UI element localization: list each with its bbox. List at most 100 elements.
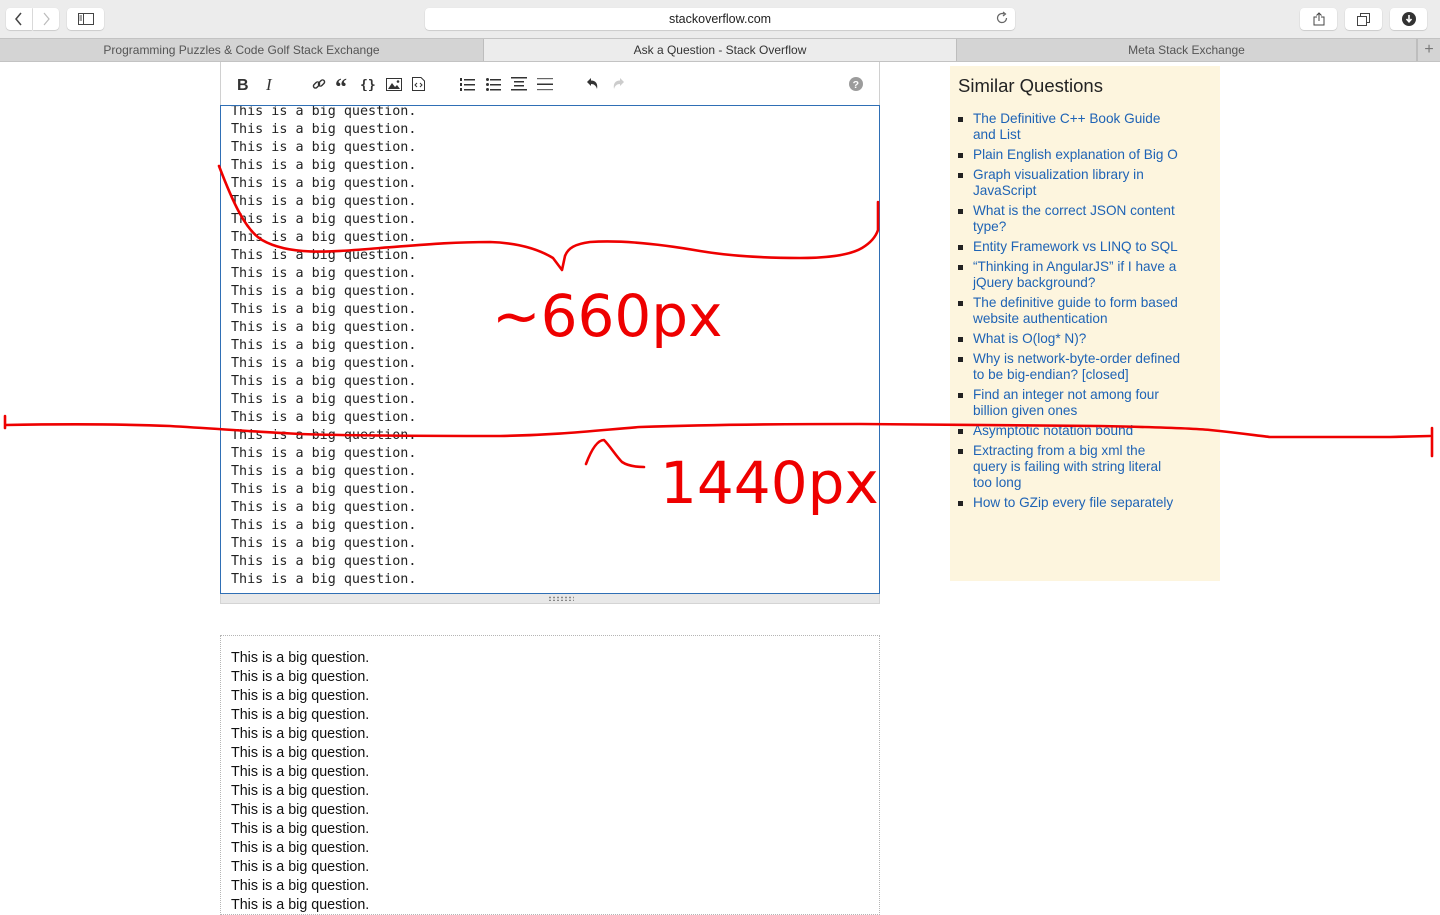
preview-line: This is a big question.: [231, 897, 370, 913]
preview-line: This is a big question.: [231, 669, 370, 685]
preview-line: This is a big question.: [231, 859, 370, 875]
image-button[interactable]: [385, 74, 403, 94]
bold-icon: B: [237, 77, 249, 91]
tab-code-golf[interactable]: Programming Puzzles & Code Golf Stack Ex…: [0, 39, 484, 61]
tabs-overview-button[interactable]: [1345, 8, 1382, 30]
link-text: Find an integer not among four billion g…: [973, 387, 1159, 418]
textarea-line: This is a big question.: [231, 284, 417, 299]
heading-button[interactable]: [510, 74, 528, 94]
similar-questions-list: The Definitive C++ Book Guide and List Pl…: [958, 111, 1198, 515]
preview-content: This is a big question. This is a big que…: [231, 649, 370, 914]
similar-question-link[interactable]: Why is network-byte-order defined to be …: [958, 351, 1183, 383]
numbered-list-button[interactable]: [459, 74, 475, 94]
browser-toolbar: stackoverflow.com: [0, 0, 1440, 38]
link-text: What is the correct JSON content type?: [973, 203, 1175, 234]
svg-text:?: ?: [853, 79, 859, 91]
bullet-icon: [958, 449, 963, 454]
forward-button[interactable]: [33, 8, 59, 30]
similar-question-link[interactable]: Find an integer not among four billion g…: [958, 387, 1183, 419]
similar-question-link[interactable]: What is O(log* N)?: [958, 331, 1183, 347]
question-preview: This is a big question. This is a big que…: [220, 635, 880, 915]
address-bar[interactable]: stackoverflow.com: [425, 8, 1015, 30]
bullet-icon: [958, 265, 963, 270]
bullet-icon: [958, 245, 963, 250]
undo-icon: [587, 78, 598, 89]
snippet-button[interactable]: [410, 74, 426, 94]
bulleted-list-button[interactable]: [485, 74, 501, 94]
similar-question-link[interactable]: The definitive guide to form based websi…: [958, 295, 1183, 327]
bold-button[interactable]: B: [235, 74, 251, 94]
italic-button[interactable]: I: [263, 74, 279, 94]
bullet-icon: [958, 393, 963, 398]
similar-question-link[interactable]: Plain English explanation of Big O: [958, 147, 1183, 163]
preview-line: This is a big question.: [231, 745, 370, 761]
tab-bar: Programming Puzzles & Code Golf Stack Ex…: [0, 38, 1440, 62]
similar-question-link[interactable]: How to GZip every file separately: [958, 495, 1183, 511]
redo-icon: [613, 78, 624, 89]
quote-icon: “: [335, 78, 347, 90]
question-body-textarea[interactable]: This is a big question. This is a big que…: [220, 105, 880, 594]
textarea-line: This is a big question.: [231, 410, 417, 425]
textarea-line: This is a big question.: [231, 446, 417, 461]
bullet-icon: [958, 337, 963, 342]
share-button[interactable]: [1300, 8, 1337, 30]
svg-text:{}: {}: [360, 78, 376, 91]
textarea-line: This is a big question.: [231, 374, 417, 389]
italic-icon: I: [265, 77, 273, 91]
textarea-line: This is a big question.: [231, 392, 417, 407]
link-text: How to GZip every file separately: [973, 495, 1174, 510]
reload-icon[interactable]: [995, 11, 1009, 30]
textarea-line: This is a big question.: [231, 356, 417, 371]
preview-line: This is a big question.: [231, 802, 370, 818]
link-text: The definitive guide to form based websi…: [973, 295, 1178, 326]
blockquote-button[interactable]: “: [334, 74, 352, 94]
preview-line: This is a big question.: [231, 726, 370, 742]
similar-question-link[interactable]: What is the correct JSON content type?: [958, 203, 1183, 235]
link-text: Entity Framework vs LINQ to SQL: [973, 239, 1178, 254]
similar-question-link[interactable]: The Definitive C++ Book Guide and List: [958, 111, 1183, 143]
undo-button[interactable]: [585, 74, 601, 94]
similar-question-link[interactable]: Entity Framework vs LINQ to SQL: [958, 239, 1183, 255]
bullet-icon: [958, 357, 963, 362]
link-text: What is O(log* N)?: [973, 331, 1087, 346]
svg-text:B: B: [237, 77, 249, 91]
link-button[interactable]: [311, 74, 327, 94]
similar-question-link[interactable]: Graph visualization library in JavaScrip…: [958, 167, 1183, 199]
similar-question-link[interactable]: Asymptotic notation bound: [958, 423, 1183, 439]
snippet-icon: [411, 77, 425, 91]
redo-button[interactable]: [610, 74, 626, 94]
textarea-line: This is a big question.: [231, 230, 417, 245]
textarea-line: This is a big question.: [231, 482, 417, 497]
image-icon: [386, 77, 402, 91]
tab-label: Ask a Question - Stack Overflow: [633, 43, 807, 57]
downloads-button[interactable]: [1390, 8, 1427, 30]
link-text: Why is network-byte-order defined to be …: [973, 351, 1181, 382]
svg-text:I: I: [265, 77, 273, 91]
tab-meta[interactable]: Meta Stack Exchange: [957, 39, 1417, 61]
code-braces-icon: {}: [360, 78, 376, 91]
url-text: stackoverflow.com: [668, 12, 772, 26]
similar-question-link[interactable]: Extracting from a big xml the query is f…: [958, 443, 1183, 491]
textarea-resize-grip[interactable]: [220, 594, 880, 604]
textarea-line: This is a big question.: [231, 212, 417, 227]
similar-question-link[interactable]: “Thinking in AngularJS” if I have a jQue…: [958, 259, 1183, 291]
new-tab-button[interactable]: +: [1417, 39, 1440, 61]
bullet-icon: [958, 173, 963, 178]
preview-line: This is a big question.: [231, 821, 370, 837]
preview-line: This is a big question.: [231, 707, 370, 723]
code-button[interactable]: {}: [359, 74, 377, 94]
preview-line: This is a big question.: [231, 650, 370, 666]
grip-dots-icon: [548, 596, 574, 601]
back-button[interactable]: [6, 8, 32, 30]
help-button[interactable]: ?: [848, 74, 864, 94]
textarea-line: This is a big question.: [231, 302, 417, 317]
horizontal-rule-button[interactable]: [536, 74, 554, 94]
sidebar-toggle-button[interactable]: [67, 8, 104, 30]
textarea-line: This is a big question.: [231, 428, 417, 443]
tab-ask-question[interactable]: Ask a Question - Stack Overflow: [484, 39, 957, 61]
download-icon: [1401, 12, 1416, 26]
link-text: Extracting from a big xml the query is f…: [973, 443, 1162, 490]
tabs-icon: [1357, 12, 1370, 26]
similar-questions-panel: Similar Questions The Definitive C++ Boo…: [950, 66, 1220, 581]
textarea-line: This is a big question.: [231, 572, 417, 587]
